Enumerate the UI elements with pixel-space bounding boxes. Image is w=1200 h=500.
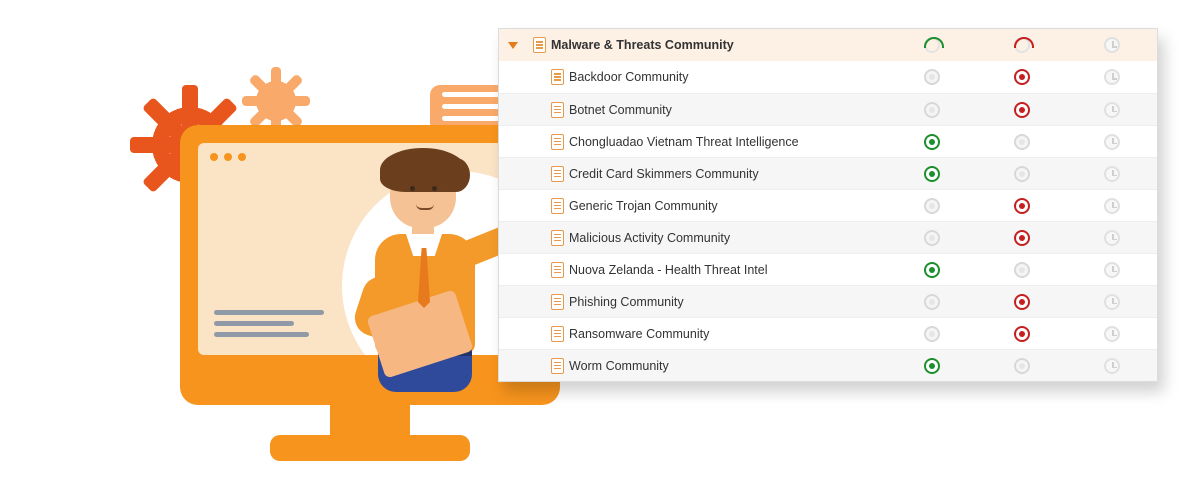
document-icon: [545, 230, 569, 246]
document-icon: [545, 69, 569, 85]
community-row-label: Ransomware Community: [569, 327, 887, 341]
community-row[interactable]: Ransomware Community: [499, 317, 1157, 349]
community-row-label: Malicious Activity Community: [569, 231, 887, 245]
status-radio-pending[interactable]: [1104, 326, 1120, 342]
status-radio-block[interactable]: [1014, 134, 1030, 150]
community-row-label: Worm Community: [569, 359, 887, 373]
status-radio-block[interactable]: [1014, 102, 1030, 118]
document-icon: [545, 262, 569, 278]
status-radio-block[interactable]: [1014, 262, 1030, 278]
status-radio-allow[interactable]: [924, 294, 940, 310]
status-radio-block[interactable]: [1014, 326, 1030, 342]
status-radio-block[interactable]: [1014, 358, 1030, 374]
document-icon: [545, 134, 569, 150]
community-row-label: Phishing Community: [569, 295, 887, 309]
status-radio-block[interactable]: [1014, 230, 1030, 246]
community-header-label: Malware & Threats Community: [551, 38, 887, 52]
status-radio-pending[interactable]: [1104, 230, 1120, 246]
status-radio-allow[interactable]: [924, 358, 940, 374]
status-radio-pending[interactable]: [1104, 294, 1120, 310]
status-radio-allow[interactable]: [924, 69, 940, 85]
document-icon: [545, 358, 569, 374]
status-radio-block[interactable]: [1014, 37, 1030, 53]
status-radio-allow[interactable]: [924, 198, 940, 214]
status-radio-pending[interactable]: [1104, 102, 1120, 118]
status-radio-block[interactable]: [1014, 69, 1030, 85]
community-row-label: Botnet Community: [569, 103, 887, 117]
status-radio-pending[interactable]: [1104, 198, 1120, 214]
document-icon: [545, 166, 569, 182]
status-radio-pending[interactable]: [1104, 134, 1120, 150]
community-row-label: Chongluadao Vietnam Threat Intelligence: [569, 135, 887, 149]
community-row[interactable]: Botnet Community: [499, 93, 1157, 125]
status-radio-pending[interactable]: [1104, 358, 1120, 374]
document-icon: [545, 102, 569, 118]
status-radio-allow[interactable]: [924, 262, 940, 278]
community-row-label: Nuova Zelanda - Health Threat Intel: [569, 263, 887, 277]
document-icon: [545, 294, 569, 310]
document-icon: [545, 198, 569, 214]
community-row[interactable]: Backdoor Community: [499, 61, 1157, 93]
status-radio-allow[interactable]: [924, 166, 940, 182]
community-row[interactable]: Nuova Zelanda - Health Threat Intel: [499, 253, 1157, 285]
status-radio-allow[interactable]: [924, 102, 940, 118]
status-radio-pending[interactable]: [1104, 262, 1120, 278]
community-row-label: Generic Trojan Community: [569, 199, 887, 213]
community-row-label: Credit Card Skimmers Community: [569, 167, 887, 181]
community-row[interactable]: Generic Trojan Community: [499, 189, 1157, 221]
monitor-base: [270, 435, 470, 461]
gear-icon: [248, 73, 304, 129]
community-row[interactable]: Malicious Activity Community: [499, 221, 1157, 253]
monitor-stand: [330, 405, 410, 439]
status-radio-pending[interactable]: [1104, 166, 1120, 182]
document-icon: [545, 326, 569, 342]
document-icon: [527, 37, 551, 53]
status-radio-allow[interactable]: [924, 134, 940, 150]
status-radio-allow[interactable]: [924, 37, 940, 53]
expand-toggle[interactable]: [499, 42, 527, 49]
status-radio-allow[interactable]: [924, 326, 940, 342]
status-radio-block[interactable]: [1014, 166, 1030, 182]
community-row[interactable]: Chongluadao Vietnam Threat Intelligence: [499, 125, 1157, 157]
status-radio-block[interactable]: [1014, 294, 1030, 310]
community-row[interactable]: Credit Card Skimmers Community: [499, 157, 1157, 189]
community-row[interactable]: Phishing Community: [499, 285, 1157, 317]
community-row[interactable]: Worm Community: [499, 349, 1157, 381]
community-header-row[interactable]: Malware & Threats Community: [499, 29, 1157, 61]
status-radio-block[interactable]: [1014, 198, 1030, 214]
communities-panel: Malware & Threats Community Backdoor Com…: [498, 28, 1158, 382]
status-radio-pending[interactable]: [1104, 37, 1120, 53]
chevron-down-icon: [508, 42, 518, 49]
status-radio-pending[interactable]: [1104, 69, 1120, 85]
status-radio-allow[interactable]: [924, 230, 940, 246]
community-row-label: Backdoor Community: [569, 70, 887, 84]
